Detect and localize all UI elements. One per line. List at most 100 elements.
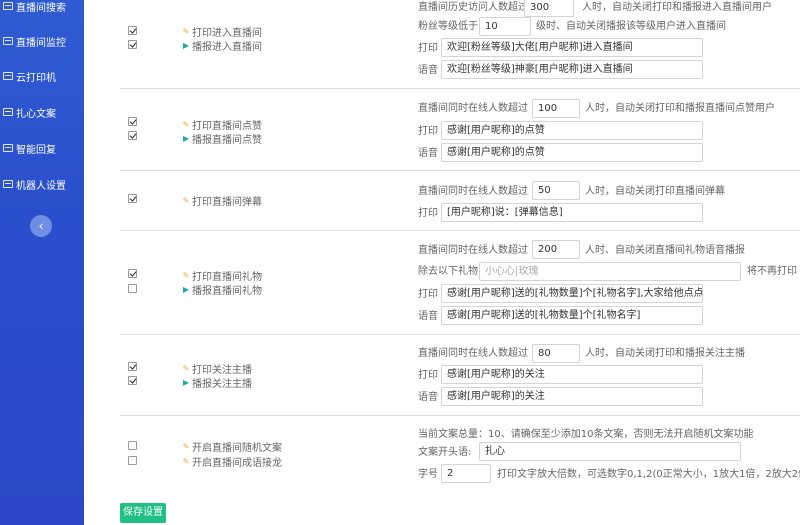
enter-visitors-label: 直播间历史访问人数超过 [418, 2, 528, 13]
follow-print-input[interactable]: 感谢[用户昵称]的关注 [441, 365, 703, 384]
print-gift-option: ✎ 打印直播间礼物 [182, 270, 262, 283]
fan-level-input[interactable]: 10 [479, 17, 531, 36]
section-divider [120, 170, 800, 171]
idiom-chain-checkbox[interactable] [128, 456, 137, 465]
gift-exclude-hint: 将不再打印 [747, 266, 797, 277]
like-online-label: 直播间同时在线人数超过 [418, 103, 528, 114]
sidebar-item-smart-reply[interactable]: 智能回复 [0, 138, 84, 158]
copy-head-input[interactable]: 扎心 [479, 442, 741, 461]
broadcast-enter-option: ▶ 播报进入直播间 [182, 40, 262, 53]
section-divider [120, 334, 800, 335]
sidebar: 直播间搜索 直播间监控 云打印机 扎心文案 智能回复 机器人设置 ‹ [0, 0, 84, 525]
gift-exclude-label: 除去以下礼物 [418, 266, 478, 277]
danmu-print-input[interactable]: [用户昵称]说：[弹幕信息] [441, 203, 703, 222]
sidebar-item-label: 智能回复 [16, 144, 56, 156]
danmu-print-label: 打印 [418, 208, 438, 219]
like-voice-input[interactable]: 感谢[用户昵称]的点赞 [441, 143, 703, 162]
broadcast-follow-option: ▶ 播报关注主播 [182, 377, 252, 390]
pencil-icon: ✎ [182, 363, 190, 373]
sidebar-item-copywriting[interactable]: 扎心文案 [0, 102, 84, 122]
like-online-input[interactable]: 100 [532, 99, 580, 118]
print-enter-checkbox[interactable] [128, 26, 137, 35]
pencil-icon: ✎ [182, 270, 190, 280]
print-like-option: ✎ 打印直播间点赞 [182, 119, 262, 132]
sidebar-item-label: 扎心文案 [16, 108, 56, 120]
pencil-icon: ✎ [182, 441, 190, 451]
gift-exclude-input[interactable]: 小心心|玫瑰 [479, 262, 741, 281]
printer-icon [3, 72, 13, 80]
font-size-label: 字号 [418, 469, 438, 480]
print-like-checkbox[interactable] [128, 117, 137, 126]
document-icon [3, 108, 13, 116]
follow-voice-label: 语音 [418, 392, 438, 403]
like-online-hint: 人时，自动关闭打印和播报直播间点赞用户 [585, 103, 775, 114]
chevron-left-icon: ‹ [38, 219, 44, 233]
broadcast-enter-checkbox[interactable] [128, 40, 137, 49]
play-icon: ▶ [182, 40, 190, 50]
print-danmu-option: ✎ 打印直播间弹幕 [182, 195, 262, 208]
random-copy-checkbox[interactable] [128, 441, 137, 450]
sidebar-item-live-search[interactable]: 直播间搜索 [0, 0, 84, 16]
sidebar-item-label: 机器人设置 [16, 180, 66, 192]
sidebar-item-cloud-printer[interactable]: 云打印机 [0, 66, 84, 86]
copy-count-info: 当前文案总量：10、请确保至少添加10条文案，否则无法开启随机文案功能 [418, 429, 754, 440]
sidebar-item-live-monitor[interactable]: 直播间监控 [0, 31, 84, 51]
danmu-online-label: 直播间同时在线人数超过 [418, 186, 528, 197]
sidebar-item-label: 直播间搜索 [16, 2, 66, 14]
gift-online-label: 直播间同时在线人数超过 [418, 245, 528, 256]
like-voice-label: 语音 [418, 148, 438, 159]
enter-visitors-hint: 人时，自动关闭打印和播报进入直播间用户 [582, 2, 772, 13]
gift-print-label: 打印 [418, 289, 438, 300]
broadcast-like-option: ▶ 播报直播间点赞 [182, 133, 262, 146]
pencil-icon: ✎ [182, 195, 190, 205]
gift-voice-input[interactable]: 感谢[用户昵称]送的[礼物数量]个[礼物名字] [441, 306, 703, 325]
print-enter-option: ✎ 打印进入直播间 [182, 26, 262, 39]
broadcast-follow-checkbox[interactable] [128, 376, 137, 385]
pencil-icon: ✎ [182, 456, 190, 466]
follow-online-hint: 人时、自动关闭打印和播报关注主播 [585, 348, 745, 359]
pencil-icon: ✎ [182, 26, 190, 36]
like-print-input[interactable]: 感谢[用户昵称]的点赞 [441, 121, 703, 140]
collapse-sidebar-button[interactable]: ‹ [30, 215, 52, 237]
copy-head-label: 文案开头语: [418, 447, 472, 458]
play-icon: ▶ [182, 133, 190, 143]
gift-voice-label: 语音 [418, 311, 438, 322]
follow-online-input[interactable]: 80 [532, 344, 580, 363]
enter-visitors-input[interactable]: 300 [524, 0, 574, 17]
section-divider [120, 415, 800, 416]
monitor-icon [3, 2, 13, 10]
sidebar-item-label: 直播间监控 [16, 37, 66, 49]
play-icon: ▶ [182, 377, 190, 387]
print-danmu-checkbox[interactable] [128, 194, 137, 203]
broadcast-like-checkbox[interactable] [128, 131, 137, 140]
enter-voice-input[interactable]: 欢迎[粉丝等级]神豪[用户昵称]进入直播间 [441, 60, 703, 79]
pencil-icon: ✎ [182, 119, 190, 129]
font-size-input[interactable]: 2 [441, 464, 491, 483]
fan-level-hint: 级时、自动关闭播报该等级用户进入直播间 [536, 21, 726, 32]
print-gift-checkbox[interactable] [128, 269, 137, 278]
fan-level-label: 粉丝等级低于 [418, 21, 478, 32]
section-divider [120, 88, 800, 89]
chat-icon [3, 144, 13, 152]
enter-print-input[interactable]: 欢迎[粉丝等级]大佬[用户昵称]进入直播间 [441, 38, 703, 57]
save-settings-button[interactable]: 保存设置 [120, 503, 166, 523]
font-size-hint: 打印文字放大倍数，可选数字0,1,2(0正常大小，1放大1倍，2放大2倍) [497, 469, 800, 480]
idiom-chain-option: ✎ 开启直播间成语接龙 [182, 456, 282, 469]
danmu-online-input[interactable]: 50 [532, 181, 580, 200]
enter-voice-label: 语音 [418, 65, 438, 76]
gift-print-input[interactable]: 感谢[用户昵称]送的[礼物数量]个[礼物名字],大家给他点点关 [441, 284, 703, 303]
follow-voice-input[interactable]: 感谢[用户昵称]的关注 [441, 387, 703, 406]
danmu-online-hint: 人时，自动关闭打印直播间弹幕 [585, 186, 725, 197]
print-follow-option: ✎ 打印关注主播 [182, 363, 252, 376]
gift-online-input[interactable]: 200 [532, 240, 580, 259]
broadcast-gift-checkbox[interactable] [128, 284, 137, 293]
sidebar-item-label: 云打印机 [16, 72, 56, 84]
settings-panel: ✎ 打印进入直播间 ▶ 播报进入直播间 直播间历史访问人数超过 300 人时，自… [84, 0, 800, 525]
sidebar-item-robot-settings[interactable]: 机器人设置 [0, 174, 84, 194]
enter-print-label: 打印 [418, 43, 438, 54]
print-follow-checkbox[interactable] [128, 362, 137, 371]
follow-online-label: 直播间同时在线人数超过 [418, 348, 528, 359]
gift-online-hint: 人时、自动关闭直播间礼物语音播报 [585, 245, 745, 256]
random-copy-option: ✎ 开启直播间随机文案 [182, 441, 282, 454]
monitor-icon [3, 37, 13, 45]
